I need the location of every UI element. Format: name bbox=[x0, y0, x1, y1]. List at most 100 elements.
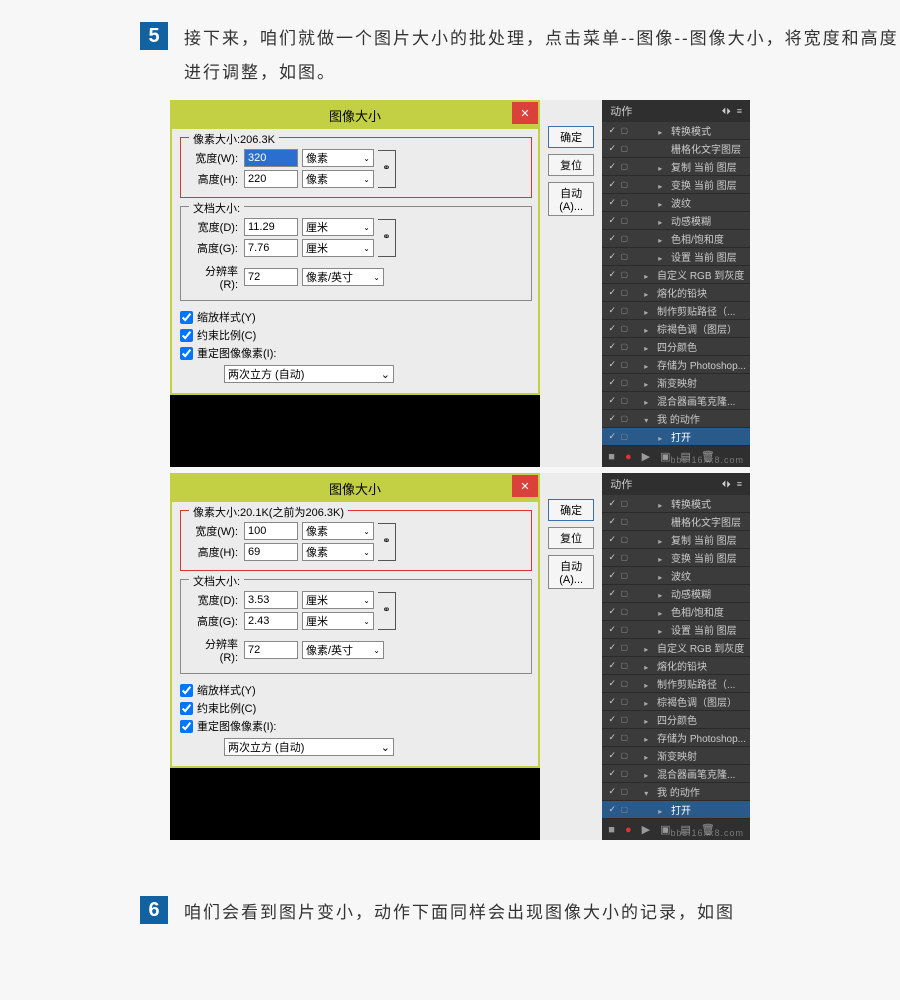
action-row[interactable]: ✓▢▸ 四分颜色 bbox=[602, 711, 750, 729]
doc-width-unit-select[interactable]: 厘米⌄ bbox=[302, 218, 374, 236]
resample-checkbox[interactable] bbox=[180, 347, 193, 360]
interpolation-select[interactable]: 两次立方 (自动)⌄ bbox=[224, 365, 394, 383]
close-button[interactable]: ✕ bbox=[512, 102, 538, 124]
action-label: ▸ 存储为 Photoshop... bbox=[630, 730, 746, 745]
ok-button[interactable]: 确定 bbox=[548, 499, 594, 521]
constrain-checkbox[interactable] bbox=[180, 329, 193, 342]
action-row[interactable]: ✓▢▸ 存储为 Photoshop... bbox=[602, 729, 750, 747]
play-icon[interactable]: ▶ bbox=[642, 450, 650, 463]
chevron-down-icon: ⌄ bbox=[363, 527, 370, 536]
action-row[interactable]: ✓▢▸ 混合器画笔克隆... bbox=[602, 392, 750, 410]
stop-icon[interactable]: ■ bbox=[608, 451, 615, 463]
scale-styles-checkbox[interactable] bbox=[180, 311, 193, 324]
action-dialog-icon: ▢ bbox=[618, 589, 630, 598]
folder-icon[interactable]: ▣ bbox=[660, 823, 670, 836]
width-unit-select[interactable]: 像素⌄ bbox=[302, 149, 374, 167]
doc-height-unit-select[interactable]: 厘米⌄ bbox=[302, 239, 374, 257]
doc-height-input[interactable] bbox=[244, 612, 298, 630]
resample-checkbox[interactable] bbox=[180, 720, 193, 733]
constrain-checkbox[interactable] bbox=[180, 702, 193, 715]
action-row[interactable]: ✓▢▸ 复制 当前 图层 bbox=[602, 531, 750, 549]
action-row[interactable]: ✓▢▸ 打开 bbox=[602, 801, 750, 819]
action-row[interactable]: ✓▢▸ 渐变映射 bbox=[602, 374, 750, 392]
height-input[interactable] bbox=[244, 170, 298, 188]
stop-icon[interactable]: ■ bbox=[608, 824, 615, 836]
action-check-icon: ✓ bbox=[606, 678, 618, 689]
record-icon[interactable]: ● bbox=[625, 451, 632, 463]
width-unit-select[interactable]: 像素⌄ bbox=[302, 522, 374, 540]
scale-styles-checkbox[interactable] bbox=[180, 684, 193, 697]
resolution-input[interactable] bbox=[244, 641, 298, 659]
triangle-icon: ▸ bbox=[644, 663, 654, 672]
reset-button[interactable]: 复位 bbox=[548, 154, 594, 176]
panel-menu-icon[interactable]: ≡ bbox=[737, 106, 742, 117]
triangle-icon: ▸ bbox=[658, 807, 668, 816]
width-input[interactable] bbox=[244, 149, 298, 167]
resolution-input[interactable] bbox=[244, 268, 298, 286]
doc-height-unit-select[interactable]: 厘米⌄ bbox=[302, 612, 374, 630]
action-row[interactable]: ✓▢▸ 设置 当前 图层 bbox=[602, 248, 750, 266]
panel-menu-icon[interactable]: ≡ bbox=[737, 479, 742, 490]
doc-height-label: 高度(G): bbox=[189, 240, 244, 256]
chevron-down-icon: ⌄ bbox=[363, 175, 370, 184]
action-row[interactable]: ✓▢▸ 色相/饱和度 bbox=[602, 603, 750, 621]
close-button[interactable]: ✕ bbox=[512, 475, 538, 497]
action-row[interactable]: ✓▢▸ 四分颜色 bbox=[602, 338, 750, 356]
action-row[interactable]: ✓▢▸ 变换 当前 图层 bbox=[602, 549, 750, 567]
record-icon[interactable]: ● bbox=[625, 824, 632, 836]
action-row[interactable]: ✓▢▸ 波纹 bbox=[602, 567, 750, 585]
interpolation-select[interactable]: 两次立方 (自动)⌄ bbox=[224, 738, 394, 756]
action-check-icon: ✓ bbox=[606, 570, 618, 581]
action-row[interactable]: ✓▢▸ 波纹 bbox=[602, 194, 750, 212]
ok-button[interactable]: 确定 bbox=[548, 126, 594, 148]
doc-height-input[interactable] bbox=[244, 239, 298, 257]
width-input[interactable] bbox=[244, 522, 298, 540]
action-check-icon: ✓ bbox=[606, 359, 618, 370]
action-label: ▸ 波纹 bbox=[630, 195, 746, 210]
action-row[interactable]: ✓▢ 栅格化文字图层 bbox=[602, 140, 750, 158]
play-icon[interactable]: ▶ bbox=[642, 823, 650, 836]
panel-tabs-icon[interactable]: ⏴⏵ bbox=[722, 106, 731, 117]
action-dialog-icon: ▢ bbox=[618, 288, 630, 297]
action-row[interactable]: ✓▢ 栅格化文字图层 bbox=[602, 513, 750, 531]
resolution-unit-select[interactable]: 像素/英寸⌄ bbox=[302, 641, 384, 659]
action-row[interactable]: ✓▢▸ 动感模糊 bbox=[602, 212, 750, 230]
auto-button[interactable]: 自动(A)... bbox=[548, 555, 594, 589]
doc-width-input[interactable] bbox=[244, 218, 298, 236]
panel-tabs-icon[interactable]: ⏴⏵ bbox=[722, 479, 731, 490]
action-row[interactable]: ✓▢▸ 变换 当前 图层 bbox=[602, 176, 750, 194]
triangle-icon: ▸ bbox=[658, 537, 668, 546]
action-row[interactable]: ✓▢▸ 渐变映射 bbox=[602, 747, 750, 765]
action-row[interactable]: ✓▢▸ 熔化的铅块 bbox=[602, 284, 750, 302]
action-row[interactable]: ✓▢▸ 棕褐色调（图层） bbox=[602, 693, 750, 711]
constrain-label: 约束比例(C) bbox=[197, 327, 256, 343]
action-row[interactable]: ✓▢▾ 我 的动作 bbox=[602, 783, 750, 801]
action-row[interactable]: ✓▢▸ 转换模式 bbox=[602, 122, 750, 140]
action-row[interactable]: ✓▢▸ 动感模糊 bbox=[602, 585, 750, 603]
auto-button[interactable]: 自动(A)... bbox=[548, 182, 594, 216]
action-row[interactable]: ✓▢▸ 制作剪贴路径（... bbox=[602, 302, 750, 320]
action-row[interactable]: ✓▢▸ 转换模式 bbox=[602, 495, 750, 513]
doc-width-input[interactable] bbox=[244, 591, 298, 609]
action-row[interactable]: ✓▢▸ 设置 当前 图层 bbox=[602, 621, 750, 639]
action-dialog-icon: ▢ bbox=[618, 342, 630, 351]
resolution-unit-select[interactable]: 像素/英寸⌄ bbox=[302, 268, 384, 286]
action-row[interactable]: ✓▢▾ 我 的动作 bbox=[602, 410, 750, 428]
action-row[interactable]: ✓▢▸ 复制 当前 图层 bbox=[602, 158, 750, 176]
action-row[interactable]: ✓▢▸ 棕褐色调（图层） bbox=[602, 320, 750, 338]
action-row[interactable]: ✓▢▸ 自定义 RGB 到灰度 bbox=[602, 266, 750, 284]
action-row[interactable]: ✓▢▸ 色相/饱和度 bbox=[602, 230, 750, 248]
action-row[interactable]: ✓▢▸ 打开 bbox=[602, 428, 750, 446]
height-unit-select[interactable]: 像素⌄ bbox=[302, 543, 374, 561]
action-row[interactable]: ✓▢▸ 制作剪贴路径（... bbox=[602, 675, 750, 693]
height-unit-select[interactable]: 像素⌄ bbox=[302, 170, 374, 188]
action-row[interactable]: ✓▢▸ 自定义 RGB 到灰度 bbox=[602, 639, 750, 657]
action-row[interactable]: ✓▢▸ 存储为 Photoshop... bbox=[602, 356, 750, 374]
action-row[interactable]: ✓▢▸ 熔化的铅块 bbox=[602, 657, 750, 675]
action-row[interactable]: ✓▢▸ 混合器画笔克隆... bbox=[602, 765, 750, 783]
height-label: 高度(H): bbox=[189, 171, 244, 187]
doc-width-unit-select[interactable]: 厘米⌄ bbox=[302, 591, 374, 609]
reset-button[interactable]: 复位 bbox=[548, 527, 594, 549]
folder-icon[interactable]: ▣ bbox=[660, 450, 670, 463]
height-input[interactable] bbox=[244, 543, 298, 561]
